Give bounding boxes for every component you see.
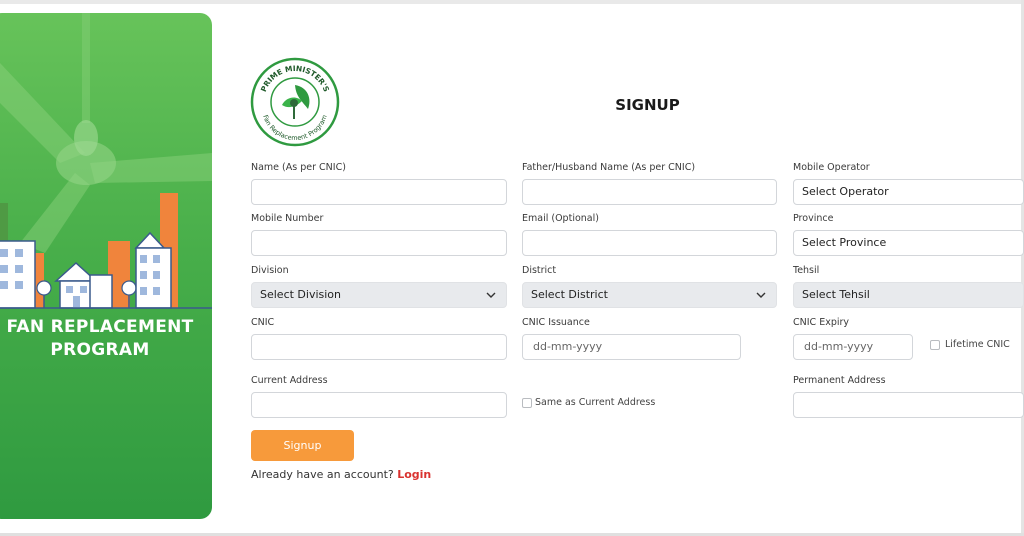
mobile-number-input[interactable] xyxy=(251,230,507,256)
tehsil-label: Tehsil xyxy=(793,265,820,276)
division-select-value: Select Division xyxy=(260,288,342,301)
division-select[interactable]: Select Division xyxy=(251,282,507,308)
program-banner: FAN REPLACEMENT PROGRAM xyxy=(0,13,212,519)
page-title: SIGNUP xyxy=(615,96,680,114)
mobile-operator-select[interactable]: Select Operator xyxy=(793,179,1024,205)
father-name-input[interactable] xyxy=(522,179,777,205)
cnic-expiry-label: CNIC Expiry xyxy=(793,317,850,328)
program-title: FAN REPLACEMENT PROGRAM xyxy=(0,316,200,362)
lifetime-cnic-checkbox[interactable] xyxy=(930,340,940,350)
same-address-label: Same as Current Address xyxy=(535,397,656,408)
chevron-down-icon xyxy=(486,292,496,298)
district-label: District xyxy=(522,265,557,276)
cnic-expiry-date-input[interactable]: dd-mm-yyyy xyxy=(793,334,913,360)
cnic-input[interactable] xyxy=(251,334,507,360)
signup-window: FAN REPLACEMENT PROGRAM PRIME MINISTER'S… xyxy=(0,0,1024,536)
email-input[interactable] xyxy=(522,230,777,256)
account-text: Already have an account? xyxy=(251,468,394,481)
mobile-number-label: Mobile Number xyxy=(251,213,324,224)
cnic-issuance-label: CNIC Issuance xyxy=(522,317,590,328)
division-label: Division xyxy=(251,265,289,276)
email-label: Email (Optional) xyxy=(522,213,599,224)
cnic-label: CNIC xyxy=(251,317,275,328)
current-address-label: Current Address xyxy=(251,375,328,386)
lifetime-cnic-label: Lifetime CNIC xyxy=(945,339,1010,350)
name-input[interactable] xyxy=(251,179,507,205)
permanent-address-input[interactable] xyxy=(793,392,1024,418)
ceiling-fan-illustration xyxy=(0,13,212,309)
cnic-issuance-date-input[interactable]: dd-mm-yyyy xyxy=(522,334,741,360)
permanent-address-label: Permanent Address xyxy=(793,375,886,386)
login-prompt: Already have an account? Login xyxy=(251,468,431,481)
chevron-down-icon xyxy=(756,292,766,298)
district-select[interactable]: Select District xyxy=(522,282,777,308)
district-select-value: Select District xyxy=(531,288,608,301)
current-address-input[interactable] xyxy=(251,392,507,418)
signup-button[interactable]: Signup xyxy=(251,430,354,461)
same-address-checkbox[interactable] xyxy=(522,398,532,408)
login-link[interactable]: Login xyxy=(397,468,431,481)
tehsil-select[interactable]: Select Tehsil xyxy=(793,282,1024,308)
province-label: Province xyxy=(793,213,834,224)
province-select[interactable]: Select Province xyxy=(793,230,1024,256)
name-label: Name (As per CNIC) xyxy=(251,162,346,173)
program-title-line2: PROGRAM xyxy=(50,340,150,360)
father-name-label: Father/Husband Name (As per CNIC) xyxy=(522,162,696,173)
mobile-operator-label: Mobile Operator xyxy=(793,162,870,173)
program-logo: PRIME MINISTER'S Fan Replacement Program xyxy=(250,57,340,147)
program-title-line1: FAN REPLACEMENT xyxy=(6,317,194,337)
top-border xyxy=(0,0,1024,4)
